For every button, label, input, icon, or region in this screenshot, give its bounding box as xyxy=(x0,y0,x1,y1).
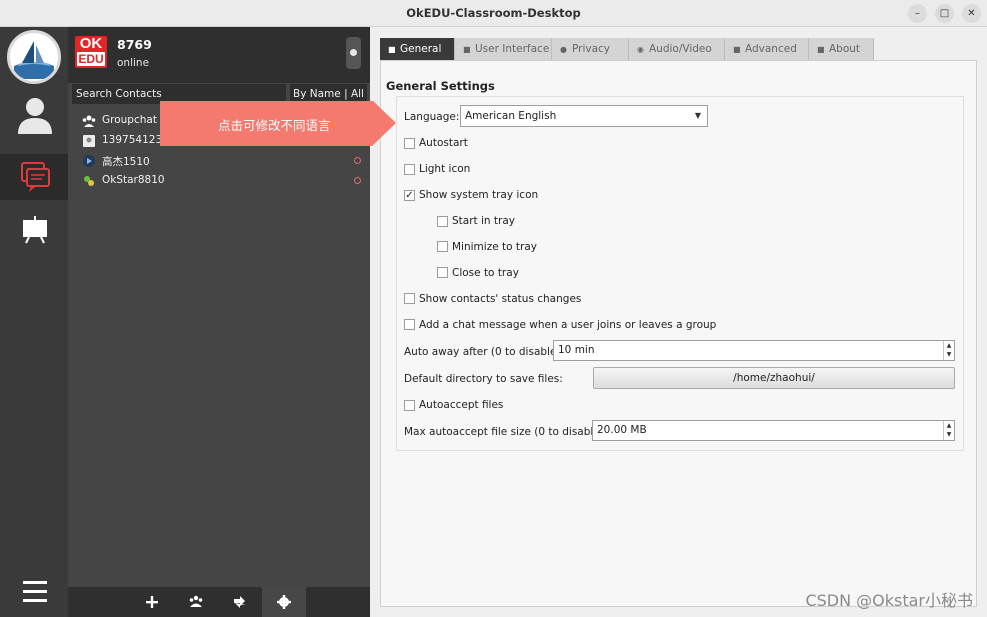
spin-arrows-icon[interactable]: ▲ ▼ xyxy=(943,421,954,440)
about-tab-icon: ■ xyxy=(817,45,825,54)
close-icon[interactable]: ✕ xyxy=(962,4,981,23)
tab-about[interactable]: ■ About xyxy=(809,38,874,60)
tab-audio-video[interactable]: ◉ Audio/Video xyxy=(629,38,725,60)
user-status-text[interactable]: online xyxy=(117,57,149,69)
max-size-label: Max autoaccept file size (0 to disable): xyxy=(404,426,608,438)
offline-status-icon xyxy=(354,157,361,164)
tab-advanced[interactable]: ■ Advanced xyxy=(725,38,809,60)
autostart-label: Autostart xyxy=(419,137,468,149)
lock-icon: ● xyxy=(560,45,567,54)
general-settings-title: General Settings xyxy=(386,79,495,93)
offline-status-icon xyxy=(354,177,361,184)
watermark: CSDN @Okstar小秘书 xyxy=(805,591,973,610)
status-dot-icon xyxy=(350,49,357,56)
general-tab-icon: ■ xyxy=(388,45,396,54)
chat-button[interactable] xyxy=(0,154,68,200)
speaker-icon: ◉ xyxy=(637,45,644,54)
advanced-tab-icon: ■ xyxy=(733,45,741,54)
autoaccept-label: Autoaccept files xyxy=(419,399,504,411)
light-icon-checkbox[interactable] xyxy=(404,164,415,175)
start-in-tray-checkbox[interactable] xyxy=(437,216,448,227)
menu-icon[interactable] xyxy=(0,572,68,617)
transfer-icon[interactable] xyxy=(218,587,262,617)
tab-user-interface[interactable]: ■ User Interface xyxy=(455,38,552,60)
contact-icon xyxy=(83,155,95,167)
spin-arrows-icon[interactable]: ▲ ▼ xyxy=(943,341,954,360)
settings-gear-icon[interactable] xyxy=(262,587,306,617)
download-dir-label: Default directory to save files: xyxy=(404,373,563,385)
light-icon-label: Light icon xyxy=(419,163,471,175)
language-select[interactable]: American English ▼ xyxy=(460,105,708,127)
language-value: American English xyxy=(465,110,557,122)
start-in-tray-label: Start in tray xyxy=(452,215,515,227)
contact-name: 1397541239 xyxy=(102,134,169,146)
profile-header: OK EDU 8769 online xyxy=(68,27,370,83)
contact-item[interactable]: 高杰1510 xyxy=(68,151,370,171)
language-callout: 点击可修改不同语言 xyxy=(160,98,396,148)
autostart-checkbox[interactable] xyxy=(404,138,415,149)
add-contact-icon[interactable] xyxy=(130,587,174,617)
profile-button[interactable] xyxy=(0,92,68,138)
language-label: Language: xyxy=(404,111,460,123)
tab-general[interactable]: ■ General xyxy=(380,38,455,60)
logo-text-ok: OK xyxy=(79,35,103,52)
app-logo xyxy=(7,30,61,84)
ui-tab-icon: ■ xyxy=(463,45,471,54)
contact-icon xyxy=(83,135,95,147)
status-selector-button[interactable] xyxy=(346,37,361,69)
logo-text-edu: EDU xyxy=(77,52,105,66)
tab-privacy[interactable]: ● Privacy xyxy=(552,38,629,60)
contact-name: 高杰1510 xyxy=(102,156,150,168)
contact-name: OkStar8810 xyxy=(102,174,165,186)
contacts-toolbar xyxy=(68,587,370,617)
auto-away-spinbox[interactable]: 10 min ▲ ▼ xyxy=(553,340,955,361)
window-title: OkEDU-Classroom-Desktop xyxy=(406,6,581,20)
join-leave-message-label: Add a chat message when a user joins or … xyxy=(419,319,717,331)
create-group-icon[interactable] xyxy=(174,587,218,617)
autoaccept-checkbox[interactable] xyxy=(404,400,415,411)
callout-text: 点击可修改不同语言 xyxy=(218,118,331,133)
minimize-to-tray-label: Minimize to tray xyxy=(452,241,537,253)
icon-sidebar xyxy=(0,27,68,617)
minimize-to-tray-checkbox[interactable] xyxy=(437,241,448,252)
contact-item[interactable]: OkStar8810 xyxy=(68,171,370,191)
title-bar: OkEDU-Classroom-Desktop – □ ✕ xyxy=(0,0,987,27)
maximize-icon[interactable]: □ xyxy=(935,4,954,23)
chevron-down-icon: ▼ xyxy=(694,111,701,120)
show-tray-checkbox[interactable]: ✓ xyxy=(404,190,415,201)
group-icon xyxy=(82,115,96,127)
settings-area: ■ General ■ User Interface ● Privacy ◉ Audio… xyxy=(370,27,987,617)
auto-away-value: 10 min xyxy=(558,344,595,356)
close-to-tray-label: Close to tray xyxy=(452,267,519,279)
contact-icon xyxy=(84,176,94,186)
classroom-button[interactable] xyxy=(0,209,68,255)
join-leave-message-checkbox[interactable] xyxy=(404,319,415,330)
minimize-icon[interactable]: – xyxy=(908,4,927,23)
max-size-spinbox[interactable]: 20.00 MB ▲ ▼ xyxy=(592,420,955,441)
okedu-logo: OK EDU xyxy=(75,36,107,68)
status-changes-checkbox[interactable] xyxy=(404,293,415,304)
username[interactable]: 8769 xyxy=(117,37,152,52)
auto-away-label: Auto away after (0 to disable): xyxy=(404,346,565,358)
close-to-tray-checkbox[interactable] xyxy=(437,267,448,278)
download-dir-button[interactable]: /home/zhaohui/ xyxy=(593,367,955,389)
status-changes-label: Show contacts' status changes xyxy=(419,293,582,305)
show-tray-label: Show system tray icon xyxy=(419,189,539,201)
max-size-value: 20.00 MB xyxy=(597,424,647,436)
